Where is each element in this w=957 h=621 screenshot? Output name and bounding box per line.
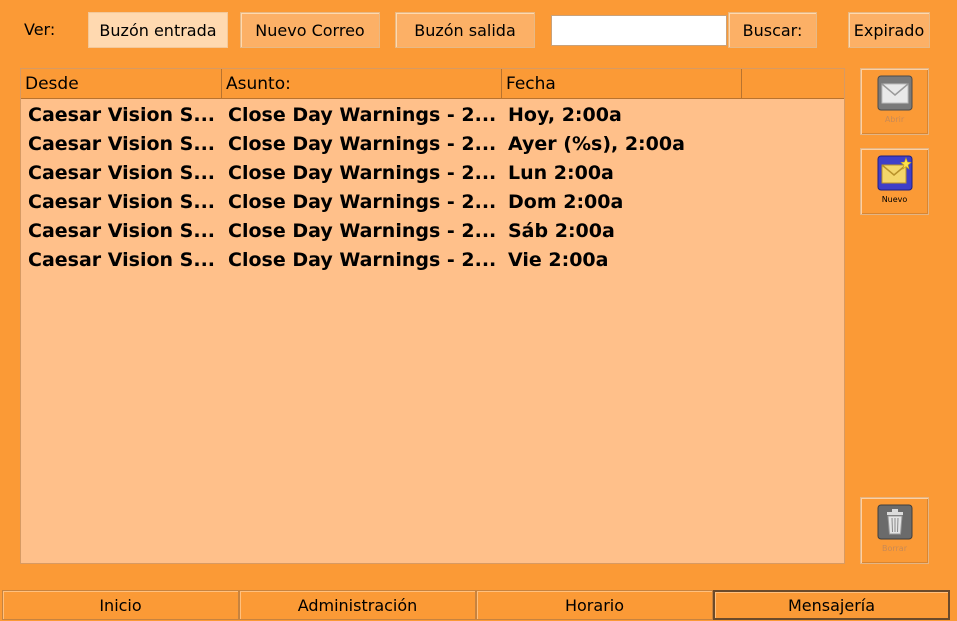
new-message-label: Nuevo bbox=[881, 195, 908, 204]
column-header-from[interactable]: Desde bbox=[21, 69, 222, 99]
message-subject: Close Day Warnings - 2... bbox=[228, 248, 497, 271]
message-from: Caesar Vision S... bbox=[28, 161, 216, 184]
column-header-date[interactable]: Fecha bbox=[502, 69, 742, 99]
inbox-button[interactable]: Buzón entrada bbox=[88, 12, 228, 48]
message-row[interactable]: Caesar Vision S... Close Day Warnings - … bbox=[21, 129, 844, 158]
message-from: Caesar Vision S... bbox=[28, 190, 216, 213]
outbox-button[interactable]: Buzón salida bbox=[395, 12, 535, 48]
message-from: Caesar Vision S... bbox=[28, 132, 216, 155]
message-date: Ayer (%s), 2:00a bbox=[508, 132, 685, 155]
envelope-open-icon bbox=[877, 75, 912, 111]
new-mail-icon bbox=[877, 155, 912, 191]
message-date: Dom 2:00a bbox=[508, 190, 624, 213]
delete-button[interactable]: Borrar bbox=[860, 497, 929, 564]
message-from: Caesar Vision S... bbox=[28, 103, 216, 126]
message-date: Lun 2:00a bbox=[508, 161, 614, 184]
message-list[interactable]: Desde Asunto: Fecha Caesar Vision S... C… bbox=[20, 68, 845, 564]
list-header: Desde Asunto: Fecha bbox=[21, 69, 844, 99]
message-subject: Close Day Warnings - 2... bbox=[228, 132, 497, 155]
message-row[interactable]: Caesar Vision S... Close Day Warnings - … bbox=[21, 216, 844, 245]
message-row[interactable]: Caesar Vision S... Close Day Warnings - … bbox=[21, 187, 844, 216]
message-date: Sáb 2:00a bbox=[508, 219, 615, 242]
message-subject: Close Day Warnings - 2... bbox=[228, 190, 497, 213]
message-date: Vie 2:00a bbox=[508, 248, 609, 271]
new-message-button[interactable]: Nuevo bbox=[860, 148, 929, 215]
expired-button[interactable]: Expirado bbox=[848, 12, 930, 48]
column-header-subject[interactable]: Asunto: bbox=[222, 69, 502, 99]
view-label: Ver: bbox=[24, 20, 56, 39]
tab-inicio[interactable]: Inicio bbox=[2, 590, 239, 620]
search-input[interactable] bbox=[551, 15, 727, 46]
open-button-label: Abrir bbox=[884, 115, 905, 124]
search-button[interactable]: Buscar: bbox=[728, 12, 817, 48]
delete-button-label: Borrar bbox=[881, 544, 907, 553]
message-date: Hoy, 2:00a bbox=[508, 103, 622, 126]
open-button[interactable]: Abrir bbox=[860, 68, 929, 135]
message-row[interactable]: Caesar Vision S... Close Day Warnings - … bbox=[21, 245, 844, 274]
new-mail-button[interactable]: Nuevo Correo bbox=[240, 12, 380, 48]
tab-mensajeria[interactable]: Mensajería bbox=[713, 590, 950, 620]
message-subject: Close Day Warnings - 2... bbox=[228, 219, 497, 242]
message-subject: Close Day Warnings - 2... bbox=[228, 161, 497, 184]
message-subject: Close Day Warnings - 2... bbox=[228, 103, 497, 126]
column-header-empty bbox=[742, 69, 844, 99]
tab-administracion[interactable]: Administración bbox=[239, 590, 476, 620]
trash-icon bbox=[877, 504, 912, 540]
message-from: Caesar Vision S... bbox=[28, 248, 216, 271]
message-row[interactable]: Caesar Vision S... Close Day Warnings - … bbox=[21, 100, 844, 129]
message-row[interactable]: Caesar Vision S... Close Day Warnings - … bbox=[21, 158, 844, 187]
tab-horario[interactable]: Horario bbox=[476, 590, 713, 620]
message-from: Caesar Vision S... bbox=[28, 219, 216, 242]
